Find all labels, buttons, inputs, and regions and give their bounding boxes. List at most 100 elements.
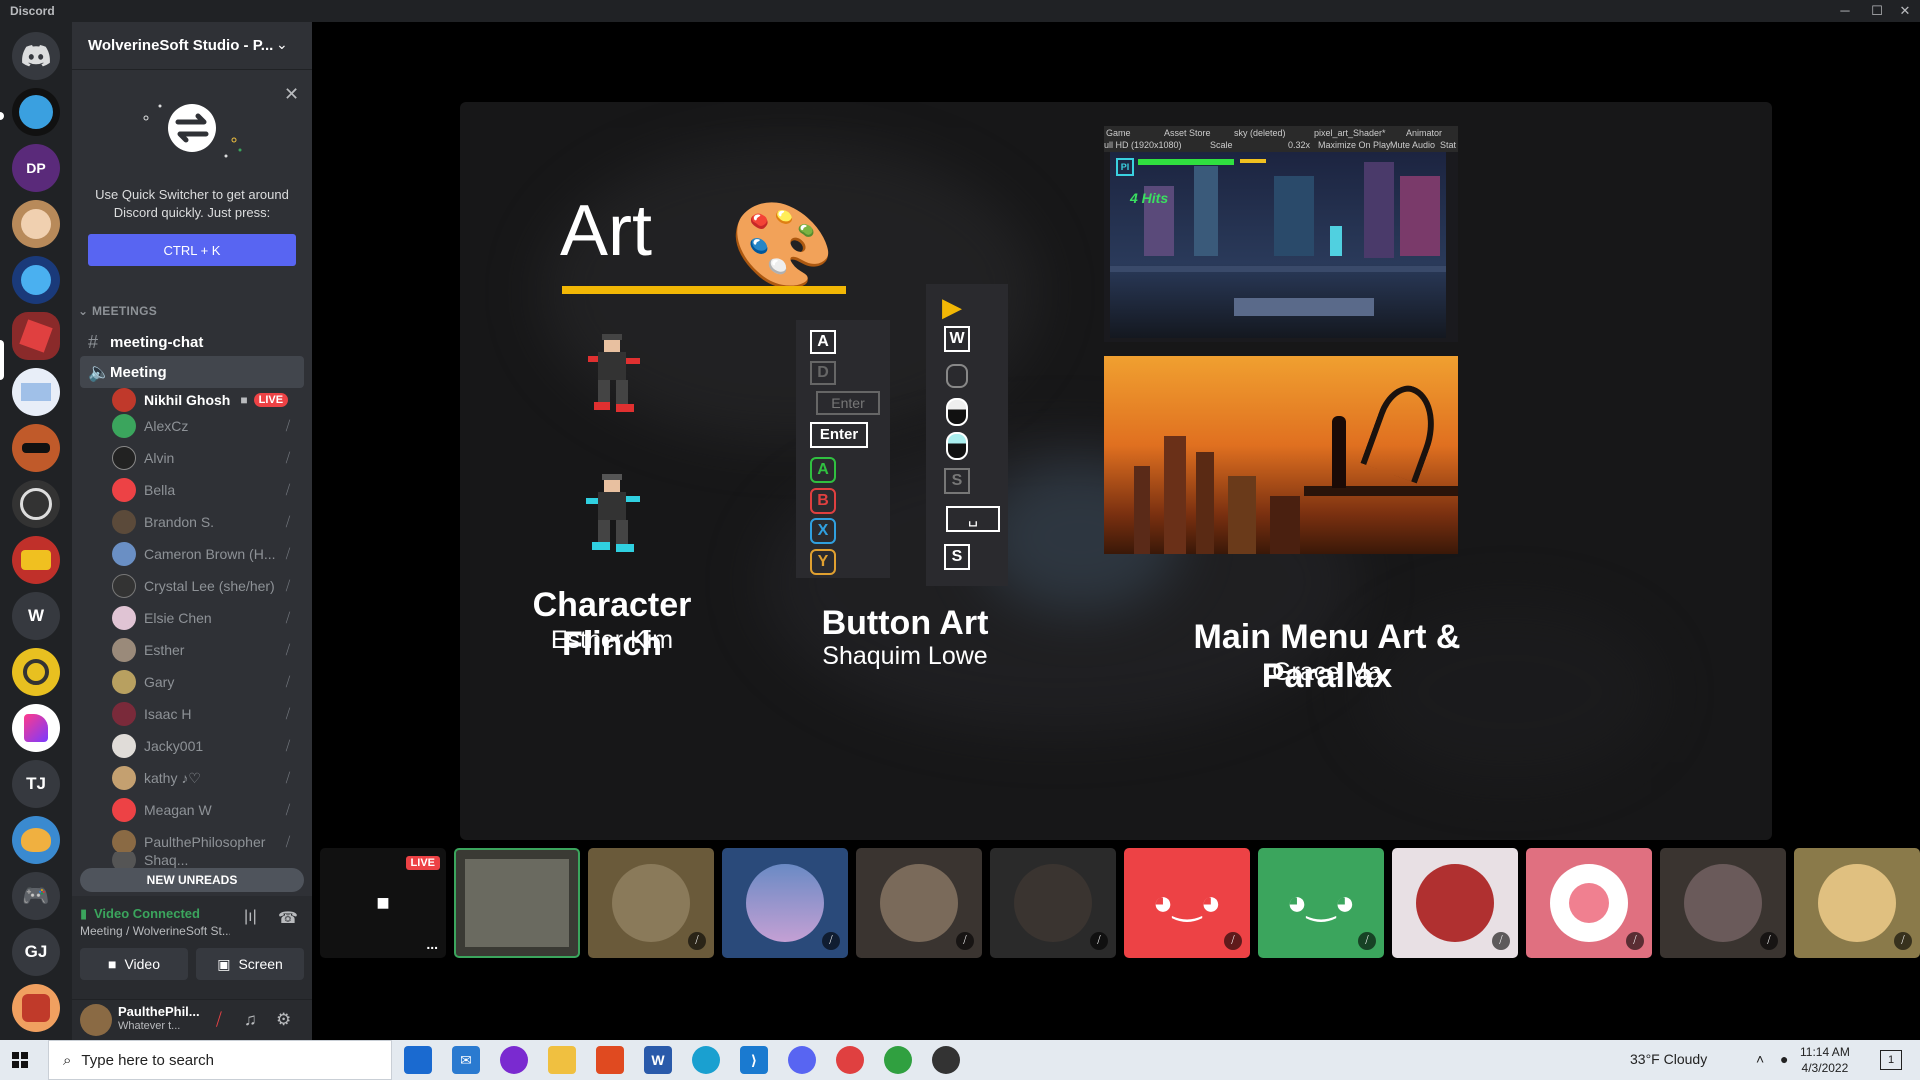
server-icon-w[interactable]: W: [12, 592, 60, 640]
key-enter-icon: Enter: [810, 422, 868, 448]
key-w-icon: W: [944, 326, 970, 352]
microphone-icon[interactable]: ●: [1780, 1051, 1788, 1067]
muted-mic-icon: ⧸: [285, 546, 291, 561]
guild-header[interactable]: WolverineSoft Studio - P... ⌄: [72, 22, 312, 70]
participant-tile-stream[interactable]: LIVE ■ ...: [320, 848, 446, 958]
avatar[interactable]: [80, 1004, 112, 1036]
muted-mic-icon: ⧸: [285, 706, 291, 721]
chevron-down-icon: ⌄: [78, 304, 92, 318]
server-icon-dp[interactable]: DP: [12, 144, 60, 192]
voice-user[interactable]: Isaac H ⧸: [112, 698, 304, 730]
avatar: [112, 852, 136, 868]
close-window-button[interactable]: ✕: [1890, 1, 1920, 21]
maximize-button[interactable]: ☐: [1862, 1, 1892, 21]
participant-tile[interactable]: ⧸: [1794, 848, 1920, 958]
participant-tile[interactable]: ⧸: [722, 848, 848, 958]
participant-tile[interactable]: ◕‿◕ ⧸: [1124, 848, 1250, 958]
participant-tile[interactable]: ⧸: [1660, 848, 1786, 958]
voice-user[interactable]: Gary ⧸: [112, 666, 304, 698]
voice-user[interactable]: Esther ⧸: [112, 634, 304, 666]
voice-user[interactable]: kathy ♪♡ ⧸: [112, 762, 304, 794]
user-name[interactable]: PaulthePhil...: [118, 1004, 200, 1019]
clock[interactable]: 11:14 AM 4/3/2022: [1800, 1044, 1850, 1076]
server-icon[interactable]: [12, 368, 60, 416]
voice-user[interactable]: Jacky001 ⧸: [112, 730, 304, 762]
home-button[interactable]: [12, 32, 60, 80]
participant-tile[interactable]: ◕‿◕ ⧸: [1258, 848, 1384, 958]
chevron-up-icon[interactable]: ˄: [1756, 1051, 1764, 1067]
weather-widget[interactable]: 33°F Cloudy: [1630, 1051, 1707, 1067]
taskbar-search[interactable]: ⌕ Type here to search: [48, 1040, 392, 1080]
voice-user[interactable]: Cameron Brown (H... ⧸: [112, 538, 304, 570]
key-s-icon: S: [944, 544, 970, 570]
server-icon-tj[interactable]: TJ: [12, 760, 60, 808]
voice-user[interactable]: Brandon S. ⧸: [112, 506, 304, 538]
participant-tile-screen[interactable]: [454, 848, 580, 958]
app-title: Discord: [10, 4, 55, 18]
avatar: [112, 766, 136, 790]
minimize-button[interactable]: ─: [1830, 1, 1860, 21]
server-icon[interactable]: [12, 648, 60, 696]
edge-app-icon[interactable]: [692, 1046, 720, 1074]
voice-user[interactable]: Alvin ⧸: [112, 442, 304, 474]
server-icon[interactable]: [12, 88, 60, 136]
more-options-icon[interactable]: ...: [426, 936, 438, 952]
quick-switcher-shortcut-button[interactable]: CTRL + K: [88, 234, 296, 266]
gear-icon[interactable]: ⚙: [276, 1010, 291, 1030]
column-author: Shaquim Lowe: [822, 642, 988, 670]
video-button[interactable]: ■ Video: [80, 948, 188, 980]
office-app-icon[interactable]: [596, 1046, 624, 1074]
store-app-icon[interactable]: [404, 1046, 432, 1074]
chrome-app-icon[interactable]: [884, 1046, 912, 1074]
word-app-icon[interactable]: W: [644, 1046, 672, 1074]
server-icon[interactable]: [12, 536, 60, 584]
participant-tile[interactable]: ⧸: [1392, 848, 1518, 958]
voice-status[interactable]: Video Connected: [94, 906, 200, 921]
participant-tile[interactable]: ⧸: [990, 848, 1116, 958]
vscode-app-icon[interactable]: ⟩: [740, 1046, 768, 1074]
screen-share-button[interactable]: ▣ Screen: [196, 948, 304, 980]
headphones-icon[interactable]: ♫: [244, 1010, 257, 1030]
avatar: [112, 414, 136, 438]
server-icon-gj[interactable]: GJ: [12, 928, 60, 976]
avatar: [112, 542, 136, 566]
server-icon[interactable]: [12, 424, 60, 472]
palette-icon: 🎨: [730, 198, 835, 292]
noise-suppression-icon[interactable]: |ı|: [244, 908, 257, 926]
channel-meeting-chat[interactable]: # meeting-chat: [80, 326, 304, 358]
server-icon[interactable]: [12, 816, 60, 864]
category-meetings[interactable]: ⌄ MEETINGS: [78, 304, 157, 318]
windows-start-icon[interactable]: [12, 1052, 28, 1068]
voice-user[interactable]: AlexCz ⧸: [112, 410, 304, 442]
server-icon[interactable]: [12, 984, 60, 1032]
participant-tile[interactable]: ⧸: [856, 848, 982, 958]
mail-app-icon[interactable]: ✉: [452, 1046, 480, 1074]
muted-mic-icon[interactable]: ⧸: [216, 1010, 222, 1030]
close-icon[interactable]: ✕: [284, 84, 299, 105]
obs-app-icon[interactable]: [932, 1046, 960, 1074]
server-icon[interactable]: [12, 256, 60, 304]
voice-user[interactable]: Crystal Lee (she/her) ⧸: [112, 570, 304, 602]
gamepad-icon[interactable]: 🎮: [12, 872, 60, 920]
discord-app-icon[interactable]: [788, 1046, 816, 1074]
participant-tile[interactable]: ⧸: [1526, 848, 1652, 958]
server-icon[interactable]: [12, 200, 60, 248]
participant-tile[interactable]: ⧸: [588, 848, 714, 958]
new-unreads-button[interactable]: NEW UNREADS: [80, 868, 304, 892]
voice-user[interactable]: Elsie Chen ⧸: [112, 602, 304, 634]
voice-user[interactable]: Shaq...: [112, 852, 304, 868]
voice-user[interactable]: Bella ⧸: [112, 474, 304, 506]
user-status: Whatever t...: [118, 1020, 181, 1032]
server-icon[interactable]: [12, 704, 60, 752]
screen-share-stream[interactable]: Art 🎨 A D Enter Enter A B X Y ▶ W S ␣ S …: [460, 102, 1772, 840]
file-explorer-icon[interactable]: [548, 1046, 576, 1074]
main-menu-art: [1104, 356, 1458, 554]
server-icon[interactable]: [12, 480, 60, 528]
app-icon[interactable]: [836, 1046, 864, 1074]
disconnect-icon[interactable]: ☎: [278, 908, 298, 928]
voice-user[interactable]: Meagan W ⧸: [112, 794, 304, 826]
github-app-icon[interactable]: [500, 1046, 528, 1074]
voice-location[interactable]: Meeting / WolverineSoft St...: [80, 924, 230, 938]
notifications-icon[interactable]: 1: [1880, 1050, 1902, 1070]
server-icon-active[interactable]: [12, 312, 60, 360]
